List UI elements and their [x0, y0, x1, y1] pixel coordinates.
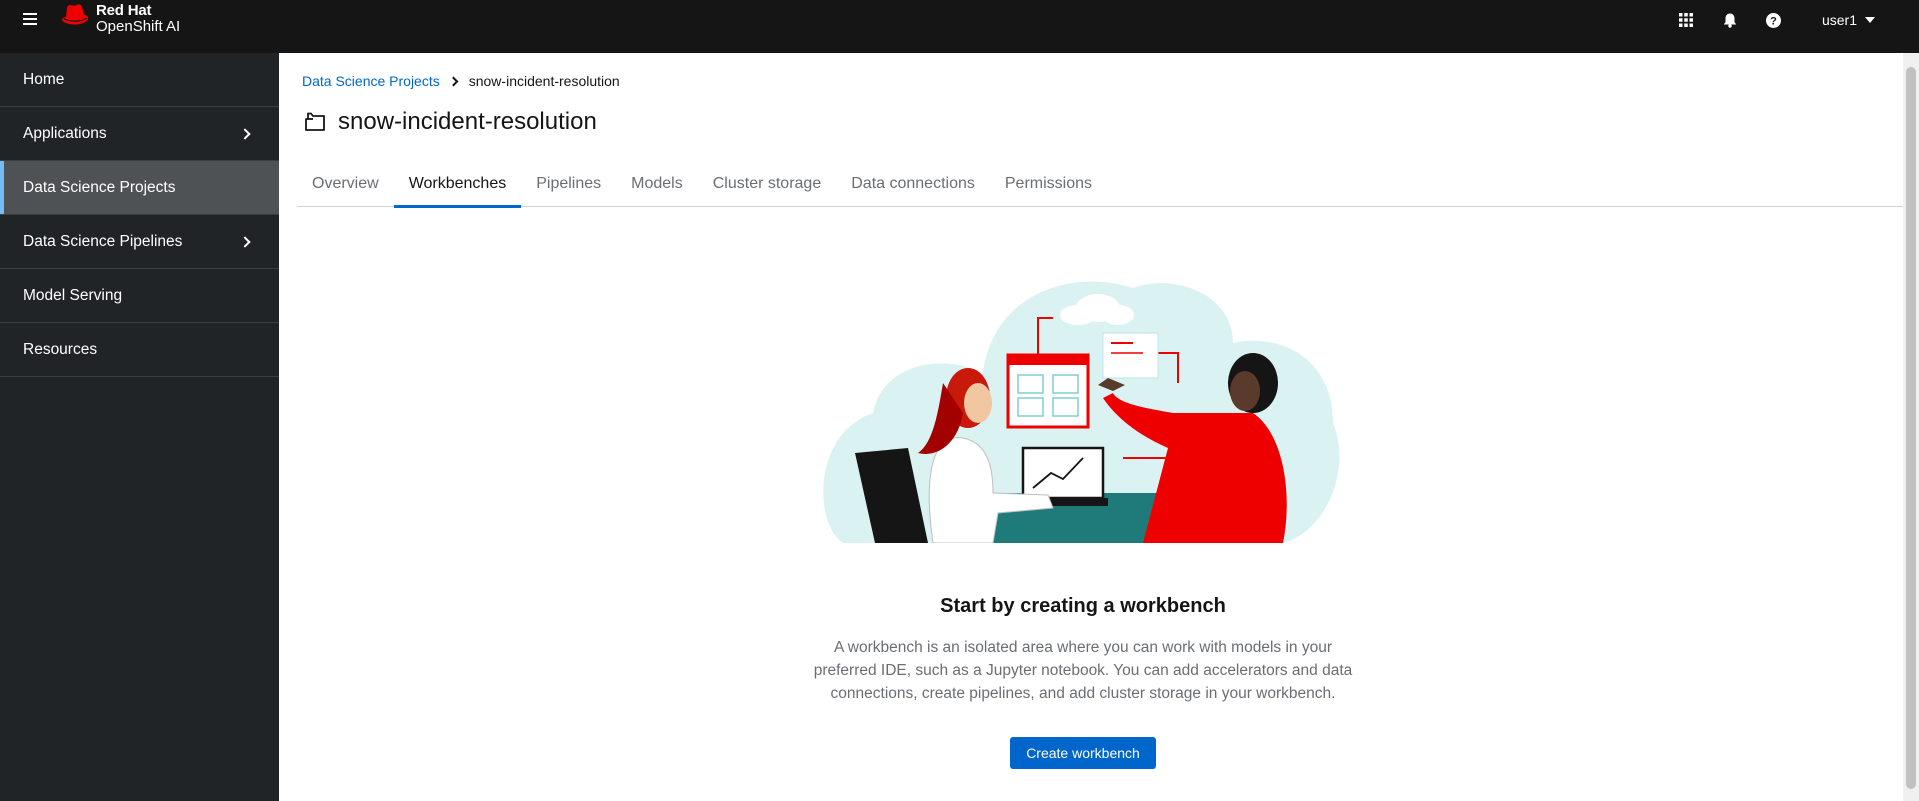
caret-down-icon	[1865, 17, 1875, 23]
product-name: OpenShift AI	[96, 18, 181, 35]
empty-state-title: Start by creating a workbench	[940, 595, 1226, 617]
tab-permissions[interactable]: Permissions	[990, 175, 1107, 207]
sidebar-item-applications[interactable]: Applications	[0, 107, 279, 161]
svg-text:?: ?	[1771, 15, 1778, 27]
sidebar-item-data-science-pipelines[interactable]: Data Science Pipelines	[0, 215, 279, 269]
tab-overview[interactable]: Overview	[297, 175, 394, 207]
sidebar-item-label: Home	[23, 70, 65, 88]
masthead: Red Hat OpenShift AI ? user1	[0, 0, 1919, 53]
tab-workbenches[interactable]: Workbenches	[393, 175, 522, 208]
main-content: Data Science Projects snow-incident-reso…	[279, 53, 1903, 801]
sidebar-item-resources[interactable]: Resources	[0, 323, 279, 377]
user-name: user1	[1821, 12, 1857, 28]
chevron-right-icon	[239, 127, 251, 140]
page-scrollbar[interactable]	[1903, 53, 1919, 801]
brand-name: Red Hat	[96, 2, 152, 19]
chevron-right-icon	[448, 76, 459, 86]
sidebar-item-label: Model Serving	[23, 286, 123, 304]
breadcrumb-current: snow-incident-resolution	[468, 73, 620, 89]
grid-icon[interactable]	[1664, 0, 1708, 40]
project-tabs: Overview Workbenches Pipelines Models Cl…	[297, 175, 1903, 208]
scrollbar-thumb[interactable]	[1906, 67, 1916, 789]
page-title: snow-incident-resolution	[338, 108, 597, 135]
sidebar-item-label: Applications	[23, 124, 107, 142]
tab-data-connections[interactable]: Data connections	[836, 175, 990, 207]
sidebar-item-home[interactable]: Home	[0, 53, 279, 107]
sidebar-item-model-serving[interactable]: Model Serving	[0, 269, 279, 323]
sidebar-item-label: Data Science Projects	[23, 178, 176, 196]
sidebar-item-label: Data Science Pipelines	[23, 232, 183, 250]
workbench-illustration	[823, 281, 1340, 543]
breadcrumb-link-projects[interactable]: Data Science Projects	[302, 73, 440, 89]
sidebar-item-data-science-projects[interactable]: Data Science Projects	[0, 161, 279, 215]
hamburger-menu-icon[interactable]	[21, 10, 39, 28]
brand-logo[interactable]: Red Hat OpenShift AI	[60, 3, 180, 35]
empty-state-description: A workbench is an isolated area where yo…	[813, 639, 1353, 702]
tab-cluster-storage[interactable]: Cluster storage	[698, 175, 837, 207]
help-icon[interactable]: ?	[1752, 0, 1796, 40]
page-header: snow-incident-resolution	[304, 108, 597, 136]
breadcrumb: Data Science Projects snow-incident-reso…	[302, 73, 620, 89]
tab-models[interactable]: Models	[616, 175, 698, 207]
project-icon	[305, 112, 325, 131]
chevron-right-icon	[239, 235, 251, 248]
user-menu-toggle[interactable]: user1	[1822, 12, 1875, 28]
red-hat-icon	[62, 4, 88, 25]
create-workbench-button[interactable]: Create workbench	[1010, 737, 1156, 769]
empty-state: Start by creating a workbench A workbenc…	[279, 273, 1887, 769]
tab-pipelines[interactable]: Pipelines	[521, 175, 616, 207]
sidebar-nav: Home Applications Data Science Projects …	[0, 53, 279, 801]
bell-icon[interactable]	[1708, 0, 1752, 40]
sidebar-item-label: Resources	[23, 340, 98, 358]
